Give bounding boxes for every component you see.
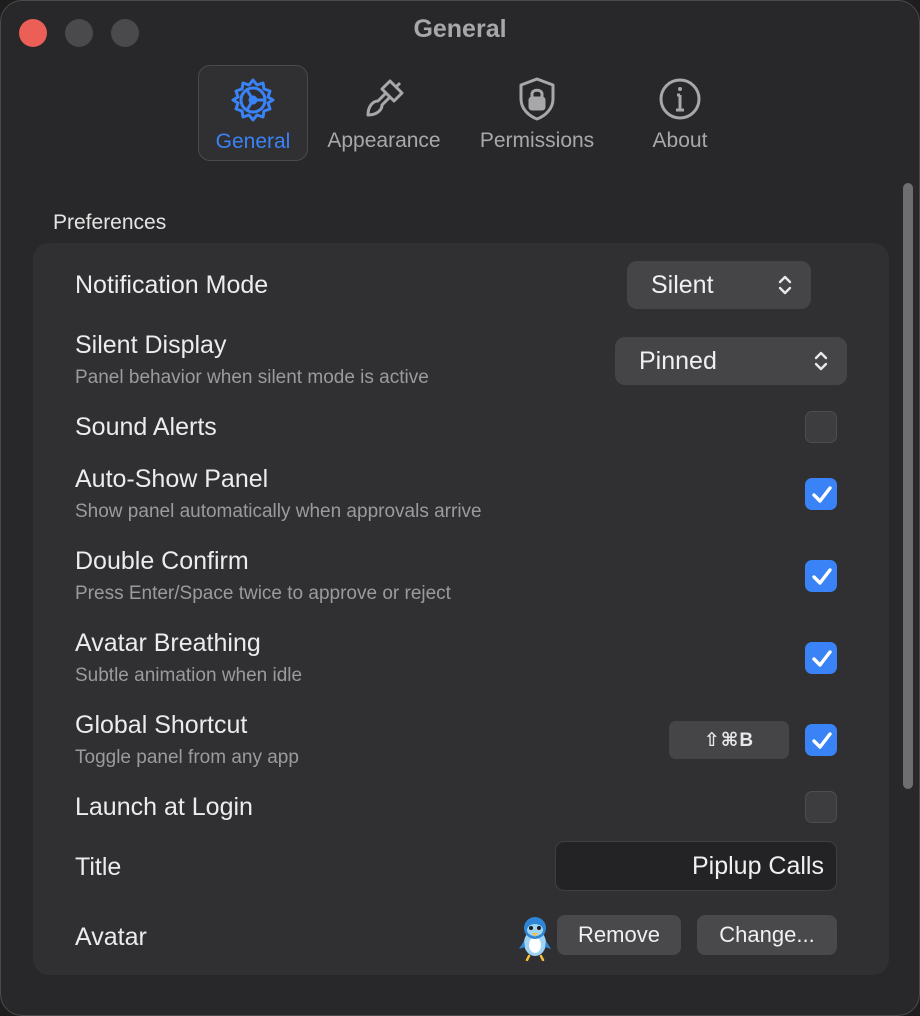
row-launch-at-login: Launch at Login xyxy=(75,791,847,827)
global-shortcut-checkbox[interactable] xyxy=(805,724,837,756)
avatar-image xyxy=(519,917,551,961)
global-shortcut-label: Global Shortcut xyxy=(75,711,248,739)
sound-alerts-checkbox[interactable] xyxy=(805,411,837,443)
launch-at-login-checkbox[interactable] xyxy=(805,791,837,823)
row-notification-mode: Notification Mode Silent xyxy=(75,261,847,311)
auto-show-panel-label: Auto-Show Panel xyxy=(75,465,269,493)
gear-icon xyxy=(231,78,275,122)
avatar-breathing-description: Subtle animation when idle xyxy=(75,665,303,686)
row-auto-show-panel: Auto-Show Panel Show panel automatically… xyxy=(75,463,847,523)
shortcut-recorder[interactable]: ⇧⌘B xyxy=(669,721,789,759)
row-title: Title Piplup Calls xyxy=(75,841,847,893)
silent-display-select[interactable]: Pinned xyxy=(615,337,847,385)
checkmark-icon xyxy=(812,650,832,667)
paintbrush-icon xyxy=(366,79,404,117)
section-header: Preferences xyxy=(53,211,167,234)
toolbar-tabs: General Appearance Permissions About xyxy=(198,65,736,161)
checkmark-icon xyxy=(812,486,832,503)
silent-display-description: Panel behavior when silent mode is activ… xyxy=(75,367,429,388)
tab-general[interactable]: General xyxy=(198,65,308,161)
notification-mode-select[interactable]: Silent xyxy=(627,261,811,309)
shield-lock-icon xyxy=(519,77,555,121)
remove-avatar-button[interactable]: Remove xyxy=(557,915,681,955)
tab-general-label: General xyxy=(215,130,291,153)
row-silent-display: Silent Display Panel behavior when silen… xyxy=(75,331,847,391)
auto-show-panel-description: Show panel automatically when approvals … xyxy=(75,501,482,522)
tab-appearance-label: Appearance xyxy=(327,129,441,152)
title-input[interactable]: Piplup Calls xyxy=(555,841,837,891)
avatar-label: Avatar xyxy=(75,923,147,951)
tab-about-label: About xyxy=(652,129,708,152)
checkmark-icon xyxy=(812,732,832,749)
tab-permissions[interactable]: Permissions xyxy=(460,65,614,161)
chevron-updown-icon xyxy=(778,275,792,295)
row-global-shortcut: Global Shortcut Toggle panel from any ap… xyxy=(75,709,847,769)
scrollbar[interactable] xyxy=(903,183,913,789)
info-icon xyxy=(659,78,701,120)
notification-mode-label: Notification Mode xyxy=(75,271,269,299)
double-confirm-label: Double Confirm xyxy=(75,547,249,575)
checkmark-icon xyxy=(812,568,832,585)
row-avatar: Avatar Remove Change... xyxy=(75,911,847,961)
notification-mode-value: Silent xyxy=(651,270,714,299)
double-confirm-description: Press Enter/Space twice to approve or re… xyxy=(75,583,451,604)
row-double-confirm: Double Confirm Press Enter/Space twice t… xyxy=(75,545,847,605)
tab-permissions-label: Permissions xyxy=(479,129,595,152)
global-shortcut-description: Toggle panel from any app xyxy=(75,747,299,768)
silent-display-value: Pinned xyxy=(639,346,717,375)
window-title: General xyxy=(413,15,507,43)
row-sound-alerts: Sound Alerts xyxy=(75,411,847,447)
settings-window: General General Appearance Permissions A… xyxy=(0,0,920,1016)
preferences-panel: Notification Mode Silent Silent Display … xyxy=(33,243,889,975)
tab-appearance[interactable]: Appearance xyxy=(308,65,460,161)
launch-at-login-label: Launch at Login xyxy=(75,793,253,821)
sound-alerts-label: Sound Alerts xyxy=(75,413,217,441)
avatar-breathing-label: Avatar Breathing xyxy=(75,629,261,657)
auto-show-panel-checkbox[interactable] xyxy=(805,478,837,510)
tab-about[interactable]: About xyxy=(624,65,736,161)
change-avatar-button[interactable]: Change... xyxy=(697,915,837,955)
avatar-breathing-checkbox[interactable] xyxy=(805,642,837,674)
title-label: Title xyxy=(75,853,122,881)
silent-display-label: Silent Display xyxy=(75,331,227,359)
row-avatar-breathing: Avatar Breathing Subtle animation when i… xyxy=(75,627,847,687)
double-confirm-checkbox[interactable] xyxy=(805,560,837,592)
chevron-updown-icon xyxy=(814,351,828,371)
